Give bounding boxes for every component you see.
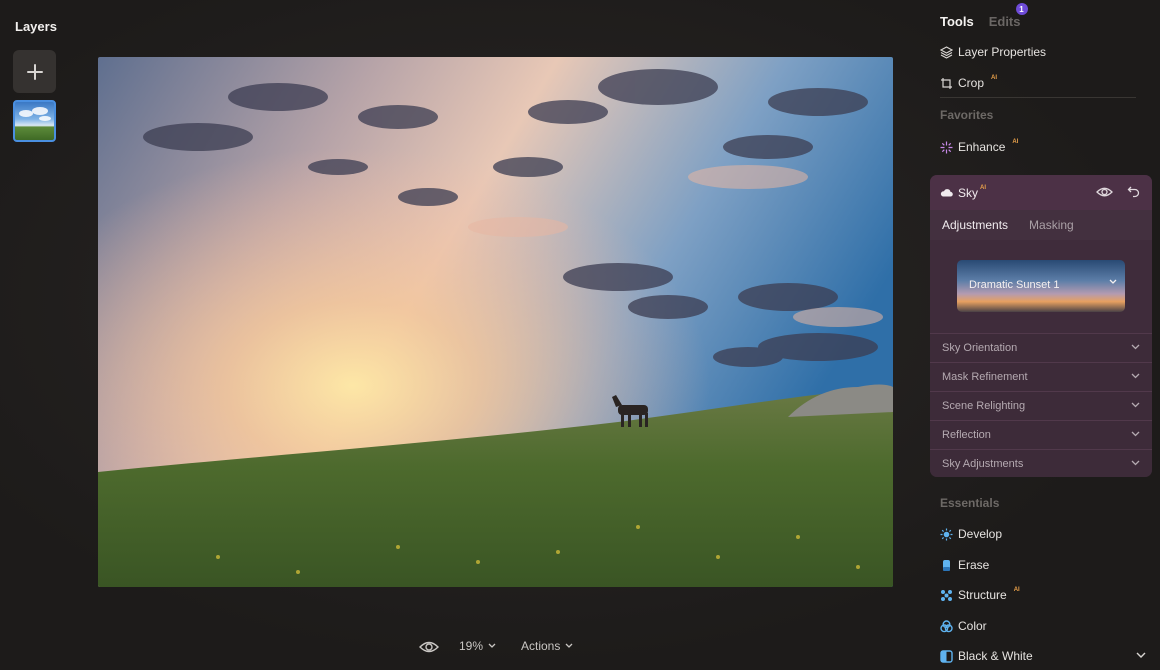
cloud-icon (940, 189, 953, 197)
tab-adjustments[interactable]: Adjustments (942, 218, 1008, 232)
sky-subtabs: Adjustments Masking (930, 210, 1152, 240)
tab-masking[interactable]: Masking (1029, 218, 1074, 232)
favorites-heading: Favorites (940, 108, 994, 122)
tool-black-white[interactable]: Black & White (940, 649, 1146, 663)
ai-badge: AI (1013, 587, 1020, 593)
edits-count-badge: 1 (1015, 3, 1028, 15)
layers-icon (940, 45, 953, 59)
right-panel-tabs: Tools Edits 1 (940, 3, 1028, 29)
actions-dropdown[interactable]: Actions (521, 639, 573, 653)
chevron-down-icon (1131, 402, 1140, 408)
tool-label: Erase (958, 558, 990, 572)
actions-label: Actions (521, 639, 561, 653)
sky-preset-dropdown[interactable]: Dramatic Sunset 1 (957, 260, 1125, 312)
tool-enhance[interactable]: Enhance AI (940, 139, 1019, 154)
app-window: Layers 19% Actions Tools Edits 1 Layer P… (0, 0, 1160, 670)
ai-badge: AI (991, 75, 998, 81)
chevron-down-icon (1131, 373, 1140, 379)
tool-label: Develop (958, 527, 1003, 541)
tool-label: Crop (958, 76, 985, 90)
chevron-down-icon (1109, 279, 1117, 284)
section-label: Reflection (942, 429, 991, 441)
chevron-down-icon (488, 643, 496, 648)
chevron-down-icon (1136, 652, 1146, 658)
structure-icon (940, 589, 953, 602)
tool-layer-properties[interactable]: Layer Properties (940, 45, 1046, 59)
ai-badge: AI (1012, 139, 1019, 145)
sun-icon (940, 528, 953, 541)
tool-develop[interactable]: Develop (940, 527, 1002, 541)
tab-edits-label: Edits (988, 14, 1021, 29)
section-label: Sky Orientation (942, 342, 1018, 354)
eye-icon[interactable] (419, 640, 439, 654)
photo-canvas[interactable] (98, 57, 893, 587)
sky-header[interactable]: Sky AI (930, 175, 1152, 210)
section-label: Sky Adjustments (942, 458, 1024, 470)
crop-icon (940, 77, 953, 90)
tool-crop[interactable]: Crop AI (940, 75, 998, 90)
chevron-down-icon (1131, 431, 1140, 437)
eye-icon[interactable] (1096, 186, 1113, 198)
tool-label: Black & White (958, 649, 1033, 663)
tab-tools[interactable]: Tools (940, 14, 974, 29)
photo-image (98, 57, 893, 587)
tool-label: Color (958, 619, 987, 633)
ai-badge: AI (980, 184, 987, 191)
section-reflection[interactable]: Reflection (930, 420, 1152, 449)
layer-thumbnail[interactable] (13, 100, 56, 142)
sky-tool-panel: Sky AI Adjustments Masking Dramatic Suns… (930, 175, 1152, 477)
sky-preset-name: Dramatic Sunset 1 (969, 279, 1060, 291)
tool-structure[interactable]: Structure AI (940, 587, 1020, 602)
zoom-value: 19% (459, 639, 484, 653)
tool-label: Enhance (958, 140, 1006, 154)
chevron-down-icon (1131, 344, 1140, 350)
sky-label: Sky (958, 185, 979, 200)
tool-erase[interactable]: Erase (940, 558, 989, 572)
section-label: Scene Relighting (942, 400, 1026, 412)
bw-icon (940, 649, 953, 663)
color-icon (940, 619, 953, 633)
essentials-heading: Essentials (940, 496, 1000, 510)
layers-title: Layers (15, 19, 57, 34)
undo-icon[interactable] (1127, 185, 1140, 198)
section-sky-adjustments[interactable]: Sky Adjustments (930, 449, 1152, 477)
bottom-toolbar: 19% Actions (0, 632, 900, 662)
chevron-down-icon (1131, 460, 1140, 466)
sky-preset-area: Dramatic Sunset 1 (930, 240, 1152, 333)
chevron-down-icon (565, 643, 573, 648)
eraser-icon (940, 559, 953, 572)
section-label: Mask Refinement (942, 371, 1028, 383)
zoom-dropdown[interactable]: 19% (459, 639, 496, 653)
tool-label: Structure (958, 588, 1007, 602)
add-layer-button[interactable] (13, 50, 56, 93)
tab-edits[interactable]: Edits 1 (988, 3, 1028, 29)
section-scene-relighting[interactable]: Scene Relighting (930, 391, 1152, 420)
section-mask-refinement[interactable]: Mask Refinement (930, 362, 1152, 391)
divider (940, 97, 1136, 98)
tool-label: Layer Properties (958, 45, 1047, 59)
sparkle-icon (940, 141, 953, 154)
tool-color[interactable]: Color (940, 619, 987, 633)
plus-icon (26, 63, 43, 80)
section-sky-orientation[interactable]: Sky Orientation (930, 333, 1152, 362)
